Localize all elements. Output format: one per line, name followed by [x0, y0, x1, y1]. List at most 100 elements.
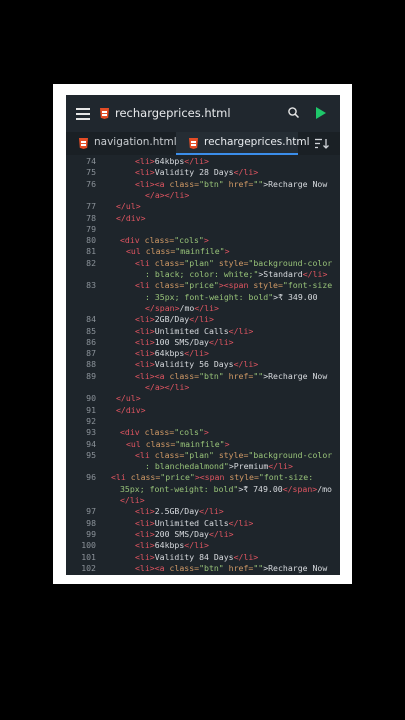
code-token: class= [169, 562, 200, 573]
tab-label: navigation.html [94, 136, 177, 148]
code-text: </a></li> [145, 574, 189, 575]
search-icon[interactable] [288, 107, 299, 118]
code-token: <li> [135, 528, 155, 539]
code-token: <div [120, 235, 145, 246]
code-token: </li> [208, 336, 234, 347]
code-token: </li> [233, 551, 259, 562]
code-text: <li>2.5GB/Day</li> [135, 506, 224, 517]
line-number: 99 [86, 528, 96, 539]
code-token: class= [144, 427, 175, 438]
code-token: 64kbps [154, 540, 185, 551]
code-token: <li [135, 257, 155, 268]
code-token: <li> [135, 336, 155, 347]
line-number: 101 [81, 551, 96, 562]
line-number: 96 [86, 472, 96, 483]
line-number: 92 [86, 415, 96, 426]
code-text: <li>2GB/Day</li> [135, 314, 214, 325]
code-token: "btn" [199, 370, 229, 381]
file-tabs: navigation.html rechargeprices.html [66, 132, 340, 155]
code-token: </li> [184, 348, 209, 359]
line-number: 80 [86, 235, 96, 246]
code-token: </a></li> [145, 574, 189, 575]
code-editor[interactable]: 74 <li>64kbps</li> 75 <li>Validity 28 Days<… [66, 155, 340, 575]
code-token: <div [120, 427, 145, 438]
line-number: 74 [86, 156, 96, 166]
code-text: 35px; font-weight: bold">₹ 749.00</span>… [120, 484, 332, 495]
line-number: 88 [86, 359, 96, 370]
line-number: 82 [86, 257, 96, 268]
code-text: <div class="cols"> [120, 235, 209, 246]
code-token: <li> [135, 359, 155, 370]
code-token: </div> [116, 404, 146, 415]
code-text: : blanchedalmond">Premium</li> [145, 461, 293, 472]
code-token: </li> [120, 495, 145, 505]
code-token: href= [228, 370, 254, 381]
code-token: 2.5GB/Day [154, 506, 200, 517]
code-text: <li><a class="btn" href="">Recharge Now [135, 179, 327, 190]
file-title: rechargeprices.html [115, 106, 231, 120]
code-token: "plan" [184, 257, 219, 268]
code-token: Validity 56 Days [154, 359, 234, 370]
code-token: </li> [228, 517, 254, 528]
code-token: > [224, 246, 230, 257]
code-token: <li> [135, 167, 155, 178]
code-token: : 35px; font-weight: bold" [145, 291, 274, 302]
code-token: class= [169, 370, 200, 381]
sort-icon[interactable] [315, 138, 329, 149]
code-token: 2GB/Day [154, 314, 190, 325]
code-token: "cols" [174, 235, 204, 246]
code-token: <ul [126, 246, 146, 257]
line-number: 75 [86, 167, 96, 178]
code-token: >Standard [258, 269, 303, 279]
code-token: > [224, 438, 230, 449]
code-token: <li> [135, 325, 155, 336]
tab-rechargeprices-html[interactable]: rechargeprices.html [176, 132, 310, 155]
line-number: 83 [86, 280, 96, 291]
play-run-icon[interactable] [316, 107, 326, 119]
code-token: <li [135, 449, 155, 460]
line-number: 98 [86, 517, 96, 528]
code-text: <li>64kbps</li> [135, 348, 209, 359]
code-token: </span> [282, 483, 318, 494]
code-token: </li> [184, 156, 209, 166]
hamburger-menu-icon[interactable] [76, 108, 90, 120]
line-number: 94 [86, 438, 96, 449]
code-token: </li> [184, 540, 209, 551]
code-text: : black; color: white;">Standard</li> [145, 269, 327, 280]
code-token: class= [154, 280, 185, 291]
line-number: 78 [86, 212, 96, 223]
line-number: 86 [86, 336, 96, 347]
code-text: </li> [120, 495, 145, 506]
code-token: </li> [189, 314, 214, 325]
code-token: >Premium [228, 461, 269, 472]
line-number: 97 [86, 506, 96, 517]
code-token: "" [253, 562, 264, 573]
code-token: 35px; font-weight: bold" [120, 483, 239, 494]
html5-file-icon [79, 138, 88, 149]
code-token: >Recharge Now [263, 178, 328, 189]
line-number: 81 [86, 246, 96, 257]
code-token: <li> [135, 551, 155, 562]
code-token: >₹ 749.00 [238, 483, 283, 494]
html5-file-icon [100, 108, 109, 119]
code-text: <li class="price"><span style="font-size… [111, 472, 313, 483]
code-token: Unlimited Calls [154, 517, 229, 528]
code-token: class= [154, 257, 185, 268]
code-text: <li class="plan" style="background-color [135, 258, 332, 269]
tab-navigation-html[interactable]: navigation.html [66, 132, 177, 155]
code-text: <li>64kbps</li> [135, 540, 209, 551]
line-number: 79 [86, 223, 96, 234]
code-token: </li> [302, 269, 328, 279]
code-text: <ul class="mainfile"> [126, 439, 230, 450]
code-token: </span> [145, 302, 180, 313]
code-text: <li><a class="btn" href="">Recharge Now [135, 563, 327, 574]
code-token: "btn" [199, 562, 229, 573]
code-token: style= [229, 472, 259, 483]
code-token: class= [144, 235, 175, 246]
code-text: </a></li> [145, 190, 189, 201]
code-token: </li> [208, 528, 234, 539]
code-text: <li>Validity 28 Days</li> [135, 167, 258, 178]
code-token: </a></li> [145, 382, 190, 392]
code-token: ><span [194, 472, 230, 483]
code-token: </li> [228, 325, 254, 336]
